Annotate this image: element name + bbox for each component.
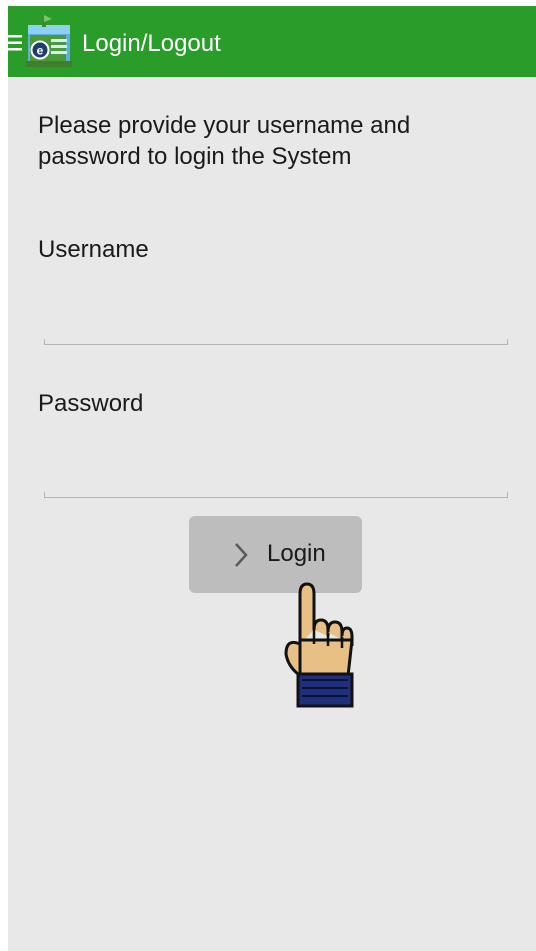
hamburger-menu-icon[interactable] [8, 34, 22, 52]
username-input[interactable] [44, 296, 508, 340]
password-label: Password [38, 390, 144, 417]
chevron-right-icon [235, 543, 248, 567]
password-input[interactable] [44, 450, 508, 494]
app-bar-title: Login/Logout [82, 30, 221, 57]
app-logo-icon: e [26, 15, 72, 67]
login-screen: e Login/Logout Please provide your usern… [8, 6, 536, 951]
app-bar: e Login/Logout [8, 6, 536, 77]
pointing-hand-icon [284, 582, 354, 708]
username-underline [44, 339, 508, 345]
svg-text:e: e [37, 44, 44, 58]
login-instructions: Please provide your username and passwor… [38, 112, 411, 170]
login-button-label: Login [267, 540, 326, 567]
password-underline [44, 492, 508, 498]
username-label: Username [38, 236, 149, 263]
